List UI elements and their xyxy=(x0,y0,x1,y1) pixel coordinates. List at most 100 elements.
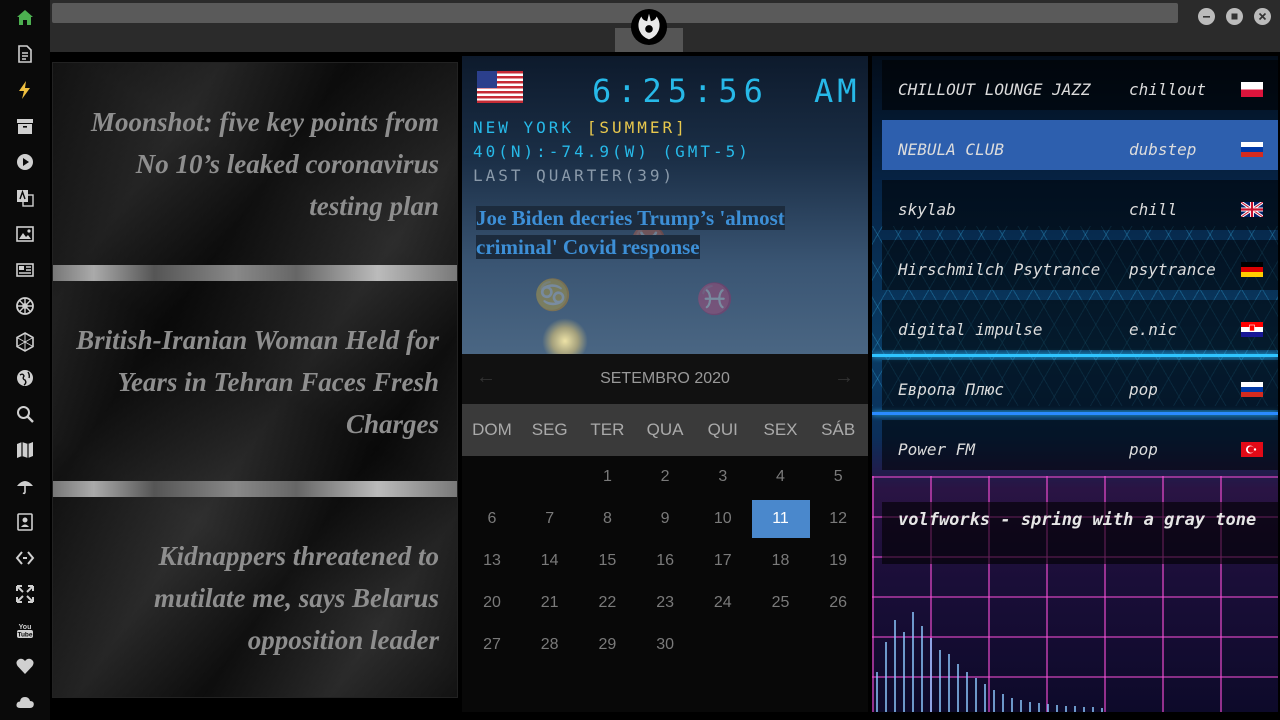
calendar-day[interactable]: 2 xyxy=(636,458,694,496)
visualizer-bar xyxy=(993,690,995,712)
calendar-day[interactable]: 30 xyxy=(636,626,694,664)
clock-time: 6:25:56 xyxy=(592,72,769,110)
visualizer-bar xyxy=(1065,706,1067,712)
sidebar-item-expand[interactable] xyxy=(13,582,37,606)
sidebar-item-image[interactable] xyxy=(13,222,37,246)
flag-pl-icon xyxy=(1241,82,1263,97)
calendar: ← SETEMBRO 2020 → DOM SEG TER QUA QUI SEX SÁB … xyxy=(462,354,868,712)
sidebar-item-hexagon[interactable] xyxy=(13,330,37,354)
news-item[interactable]: Moonshot: five key points from No 10’s l… xyxy=(53,63,457,263)
minimize-button[interactable] xyxy=(1198,8,1215,25)
sidebar-item-contacts[interactable] xyxy=(13,510,37,534)
sidebar-item-globe[interactable] xyxy=(13,366,37,390)
visualizer-bar xyxy=(1020,700,1022,712)
news-title: Kidnappers threatened to mutilate me, sa… xyxy=(153,541,439,655)
station-row[interactable]: Hirschmilch Psytrance psytrance xyxy=(882,240,1278,290)
sidebar-item-map[interactable] xyxy=(13,438,37,462)
weekday-label: SÁB xyxy=(821,420,856,439)
calendar-day[interactable]: 19 xyxy=(809,542,867,580)
sidebar-item-cloud[interactable] xyxy=(13,690,37,714)
sidebar-item-play[interactable] xyxy=(13,150,37,174)
station-name: NEBULA CLUB xyxy=(898,140,1004,159)
calendar-day[interactable]: 29 xyxy=(578,626,636,664)
calendar-day[interactable]: 3 xyxy=(694,458,752,496)
calendar-day-today[interactable]: 11 xyxy=(751,500,810,538)
calendar-day[interactable]: 25 xyxy=(752,584,810,622)
flag-ru-icon xyxy=(1241,142,1263,157)
horizon-glow xyxy=(872,412,1278,415)
sidebar-item-document[interactable] xyxy=(13,42,37,66)
station-row[interactable]: skylab chill xyxy=(882,180,1278,230)
news-item[interactable]: Kidnappers threatened to mutilate me, sa… xyxy=(53,497,457,697)
headline-link[interactable]: Joe Biden decries Trump’s 'almost crimin… xyxy=(476,204,826,262)
flag-gb-icon xyxy=(1241,202,1263,217)
sidebar-item-archive[interactable] xyxy=(13,114,37,138)
calendar-day[interactable]: 16 xyxy=(636,542,694,580)
sidebar-item-code[interactable] xyxy=(13,546,37,570)
sidebar-item-umbrella[interactable] xyxy=(13,474,37,498)
flag-tr-icon xyxy=(1241,442,1263,457)
sidebar-item-empire[interactable] xyxy=(13,294,37,318)
sidebar-item-heart[interactable] xyxy=(13,654,37,678)
visualizer-bar xyxy=(1047,704,1049,712)
station-row[interactable]: Европа Плюс pop xyxy=(882,360,1278,410)
cloud-icon xyxy=(16,697,34,708)
heart-icon xyxy=(16,658,34,674)
station-row[interactable]: CHILLOUT LOUNGE JAZZ chillout xyxy=(882,60,1278,110)
flag-de-icon xyxy=(1241,262,1263,277)
calendar-day[interactable]: 12 xyxy=(809,500,867,538)
address-bar[interactable] xyxy=(52,3,1178,23)
moon-phase: LAST QUARTER(39) xyxy=(473,166,676,185)
sidebar-item-lightning[interactable] xyxy=(13,78,37,102)
close-button[interactable] xyxy=(1254,8,1271,25)
calendar-day[interactable]: 23 xyxy=(636,584,694,622)
sidebar-item-newspaper[interactable] xyxy=(13,258,37,282)
station-name: Hirschmilch Psytrance xyxy=(898,260,1101,279)
sidebar-item-search[interactable] xyxy=(13,402,37,426)
station-genre: pop xyxy=(1129,380,1158,399)
station-name: Европа Плюс xyxy=(898,380,1004,399)
calendar-day[interactable]: 21 xyxy=(521,584,579,622)
maximize-button[interactable] xyxy=(1226,8,1243,25)
image-icon xyxy=(16,226,34,242)
sidebar-item-home[interactable] xyxy=(13,6,37,30)
calendar-day[interactable]: 9 xyxy=(636,500,694,538)
calendar-day[interactable]: 5 xyxy=(809,458,867,496)
calendar-day[interactable]: 1 xyxy=(578,458,636,496)
calendar-day[interactable]: 6 xyxy=(463,500,521,538)
visualizer-bar xyxy=(876,672,878,712)
calendar-header: ← SETEMBRO 2020 → xyxy=(462,354,868,404)
calendar-day[interactable]: 17 xyxy=(694,542,752,580)
umbrella-icon xyxy=(17,481,33,495)
calendar-day[interactable]: 14 xyxy=(521,542,579,580)
sidebar-item-translate[interactable] xyxy=(13,186,37,210)
sun-icon xyxy=(542,318,588,354)
calendar-day[interactable]: 13 xyxy=(463,542,521,580)
minimize-icon xyxy=(1203,16,1210,18)
calendar-day[interactable]: 20 xyxy=(463,584,521,622)
calendar-day[interactable]: 22 xyxy=(578,584,636,622)
calendar-day[interactable]: 10 xyxy=(694,500,752,538)
calendar-day[interactable]: 24 xyxy=(694,584,752,622)
calendar-day[interactable]: 27 xyxy=(463,626,521,664)
calendar-day[interactable]: 8 xyxy=(578,500,636,538)
calendar-day[interactable]: 15 xyxy=(578,542,636,580)
station-row[interactable]: Power FM pop xyxy=(882,420,1278,470)
sidebar-item-youtube[interactable]: You Tube xyxy=(13,618,37,642)
weekday-label: QUI xyxy=(707,420,738,439)
station-row[interactable]: digital impulse e.nic xyxy=(882,300,1278,350)
visualizer-bar xyxy=(1074,706,1076,712)
calendar-day[interactable]: 26 xyxy=(809,584,867,622)
news-title: British-Iranian Woman Held for Years in … xyxy=(76,325,439,439)
search-icon xyxy=(17,406,34,423)
calendar-day[interactable]: 28 xyxy=(521,626,579,664)
visualizer-bar xyxy=(957,664,959,712)
calendar-day[interactable]: 7 xyxy=(521,500,579,538)
calendar-day[interactable]: 18 xyxy=(752,542,810,580)
news-item[interactable]: British-Iranian Woman Held for Years in … xyxy=(53,281,457,481)
station-row[interactable]: NEBULA CLUB dubstep xyxy=(882,120,1278,170)
headline-text: Joe Biden decries Trump’s 'almost crimin… xyxy=(476,206,785,259)
us-flag-icon xyxy=(477,71,523,103)
calendar-day[interactable]: 4 xyxy=(752,458,810,496)
next-month-button[interactable]: → xyxy=(832,366,856,390)
